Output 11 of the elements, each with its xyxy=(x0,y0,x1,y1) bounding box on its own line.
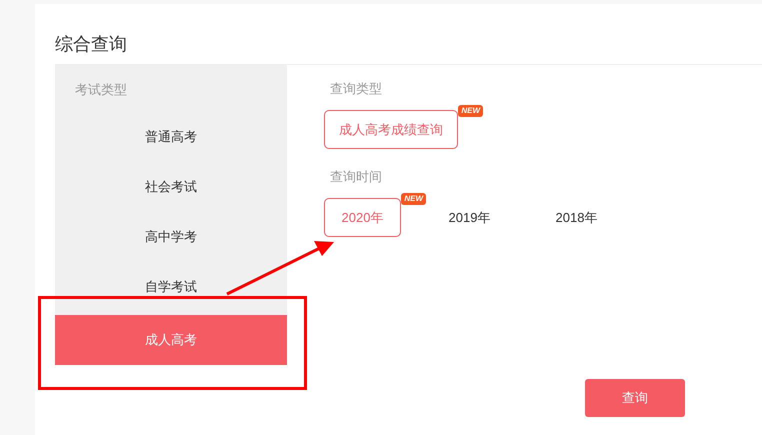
option-button[interactable]: 2019年 xyxy=(431,198,508,237)
sidebar-item[interactable]: 自学考试 xyxy=(55,265,287,315)
sidebar-heading: 考试类型 xyxy=(74,81,128,99)
sidebar-item[interactable]: 社会考试 xyxy=(55,165,287,215)
sidebar-item[interactable]: 高中学考 xyxy=(55,215,287,265)
section-heading: 查询时间 xyxy=(330,169,383,184)
option-button[interactable]: 2018年 xyxy=(538,198,615,237)
sidebar-item[interactable]: 普通高考 xyxy=(55,115,287,165)
new-badge: NEW xyxy=(401,193,426,205)
section-heading: 查询类型 xyxy=(330,81,383,96)
new-badge: NEW xyxy=(458,105,483,117)
